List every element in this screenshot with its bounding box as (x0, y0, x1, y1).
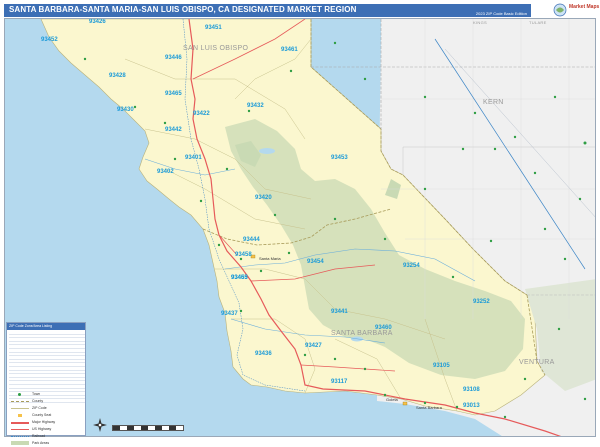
legend-item: ZIP Code (9, 405, 85, 412)
legend-title: ZIP Code Zone/Area Listing (7, 323, 85, 330)
zip-label: 93436 (255, 351, 272, 357)
zip-label: 93441 (331, 309, 348, 315)
county-label-ventura: VENTURA (519, 359, 555, 366)
city-label-santa-maria: Santa Maria (259, 256, 281, 261)
logo-wordmark: Market Maps (569, 4, 600, 10)
legend-zip-table (9, 331, 85, 403)
zip-label: 93446 (165, 55, 182, 61)
interstate-line-icon (11, 422, 29, 424)
legend-item: US Highway (9, 426, 85, 433)
edition-label: 2023 ZIP Code Basic Edition (475, 11, 527, 16)
zip-label: 93427 (305, 343, 322, 349)
zip-label: 93453 (331, 155, 348, 161)
us-highway-line-icon (11, 429, 29, 430)
legend-item: Railroad (9, 433, 85, 440)
zip-label: 93428 (109, 73, 126, 79)
zip-label: 93454 (307, 259, 324, 265)
zip-label: 93254 (403, 263, 420, 269)
legend-item: County Seat (9, 412, 85, 419)
zip-label: 93442 (165, 127, 182, 133)
county-label-kern: KERN (483, 99, 504, 106)
zip-label: 93426 (89, 19, 106, 25)
legend-item: Town (9, 391, 85, 398)
zip-label: 93422 (193, 111, 210, 117)
zip-label: 93437 (221, 311, 238, 317)
zip-label: 93420 (255, 195, 272, 201)
county-label-slo: SAN LUIS OBISPO (183, 45, 249, 52)
zip-label: 93465 (165, 91, 182, 97)
map-title: SANTA BARBARA-SANTA MARIA-SAN LUIS OBISP… (9, 5, 357, 14)
rail-line-icon (11, 436, 29, 437)
compass-icon (93, 418, 107, 432)
zip-label: 93430 (117, 107, 134, 113)
city-label-santa-barbara: Santa Barbara (416, 405, 442, 410)
legend-item: Major Highway (9, 419, 85, 426)
city-label-goleta: Goleta (386, 397, 398, 402)
county-label-sb: SANTA BARBARA (331, 330, 393, 337)
legend-keys: Town County ZIP Code County Seat Major H… (9, 391, 85, 447)
zip-label: 93461 (281, 47, 298, 53)
zip-label: 93452 (41, 37, 58, 43)
zip-label: 93108 (463, 387, 480, 393)
title-bar: SANTA BARBARA-SANTA MARIA-SAN LUIS OBISP… (4, 4, 531, 17)
zip-label: 93401 (185, 155, 202, 161)
town-dot-icon (18, 393, 21, 396)
county-line-icon (11, 401, 29, 402)
zip-label: 93451 (205, 25, 222, 31)
legend-item: County (9, 398, 85, 405)
zip-label: 93463 (231, 275, 248, 281)
county-label-tulare: TULARE (529, 20, 547, 25)
zip-label: 93013 (463, 403, 480, 409)
lake (259, 148, 275, 154)
zip-label: 93117 (331, 379, 348, 385)
map-legend: ZIP Code Zone/Area Listing Town County Z… (6, 322, 86, 445)
map-canvas[interactable]: SAN LUIS OBISPO KERN SANTA BARBARA VENTU… (4, 18, 596, 437)
zip-label: 93105 (433, 363, 450, 369)
park-area-icon (11, 441, 29, 445)
zip-line-icon (11, 408, 29, 409)
zip-label: 93460 (375, 325, 392, 331)
zip-label: 93402 (157, 169, 174, 175)
legend-item: Park Areas (9, 440, 85, 447)
zip-label: 93444 (243, 237, 260, 243)
map-svg (5, 19, 595, 436)
santa-barbara-marker (402, 401, 408, 406)
county-seat-icon (18, 414, 22, 417)
zip-label: 93252 (473, 299, 490, 305)
county-label-kings: KINGS (473, 20, 487, 25)
zip-label: 93458 (235, 252, 252, 258)
scale-bar (112, 425, 184, 431)
zip-label: 93432 (247, 103, 264, 109)
